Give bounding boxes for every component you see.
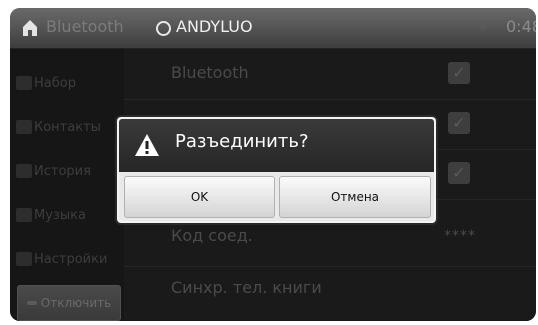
dialog-title: Разъединить? — [175, 131, 309, 152]
contacts-icon — [16, 120, 32, 134]
checkbox[interactable]: ✓ — [448, 62, 470, 84]
sidebar: Набор Контакты История Музыка Настройки … — [10, 49, 124, 321]
history-icon — [16, 164, 32, 178]
screen-title: Bluetooth — [46, 17, 124, 36]
sidebar-item-label: Музыка — [34, 207, 86, 223]
list-item[interactable]: Синхр. тел. книги — [124, 266, 536, 321]
disconnect-dialog: Разъединить? OK Отмена — [117, 117, 436, 223]
sidebar-item-label: Настройки — [34, 251, 108, 267]
clock: 0:48 — [506, 17, 536, 36]
sidebar-item-label: Набор — [34, 75, 76, 91]
sidebar-item-music[interactable]: Музыка — [16, 198, 120, 232]
sidebar-item-history[interactable]: История — [16, 154, 120, 188]
pairing-code-value: **** — [444, 228, 476, 244]
disconnect-button[interactable]: Отключить — [17, 285, 121, 321]
checkbox[interactable]: ✓ — [448, 162, 470, 184]
status-bar: Bluetooth ANDYLUO ✱ 0:48 — [10, 8, 536, 49]
sidebar-item-contacts[interactable]: Контакты — [16, 110, 120, 144]
disconnect-icon — [26, 301, 37, 305]
setting-label: Синхр. тел. книги — [171, 278, 322, 297]
music-icon — [16, 208, 32, 222]
bluetooth-icon: ✱ — [478, 20, 489, 34]
checkbox[interactable]: ✓ — [448, 112, 470, 134]
phone-icon — [16, 76, 32, 90]
sidebar-item-settings[interactable]: Настройки — [16, 242, 120, 276]
disconnect-label: Отключить — [40, 296, 112, 310]
list-item[interactable]: Код соед. **** — [124, 216, 536, 267]
sidebar-item-label: Контакты — [34, 119, 101, 135]
cancel-button[interactable]: Отмена — [279, 176, 431, 218]
device-name: ANDYLUO — [176, 17, 253, 36]
device-connected-icon — [156, 21, 171, 36]
dialog-buttons: OK Отмена — [119, 172, 434, 221]
setting-label: Bluetooth — [171, 63, 249, 82]
dialog-header: Разъединить? — [119, 119, 434, 172]
ok-button[interactable]: OK — [124, 176, 275, 218]
sidebar-item-label: История — [34, 163, 91, 179]
sidebar-item-dial[interactable]: Набор — [16, 66, 120, 100]
list-item[interactable]: Bluetooth ✓ — [124, 49, 536, 100]
warning-icon — [135, 134, 159, 156]
setting-label: Код соед. — [171, 226, 253, 245]
home-icon[interactable] — [22, 19, 38, 37]
settings-icon — [16, 252, 32, 266]
